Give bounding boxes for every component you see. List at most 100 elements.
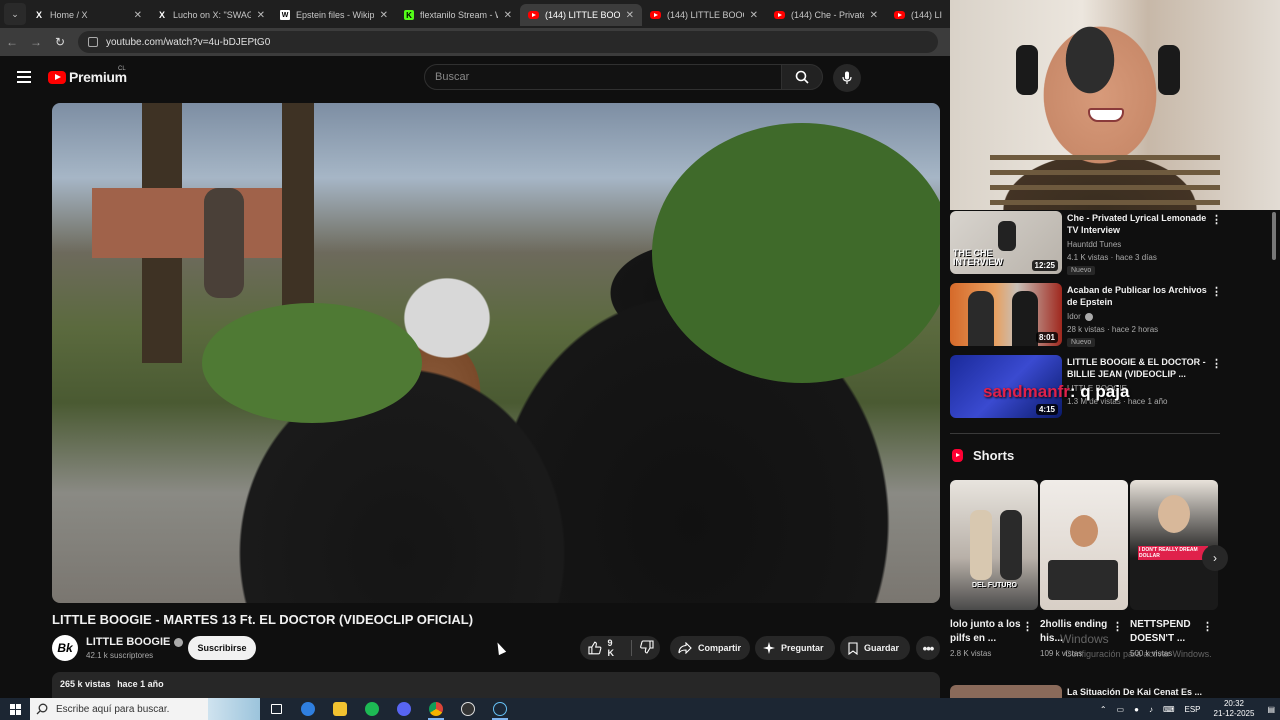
chrome-icon: [429, 702, 443, 716]
like-button[interactable]: 9 K: [580, 638, 621, 658]
close-tab-icon[interactable]: ✕: [870, 10, 878, 21]
tab-search-dropdown[interactable]: ⌄: [4, 3, 26, 25]
windows-activation-watermark: Windows: [1060, 632, 1109, 646]
taskbar-search[interactable]: Escribe aquí para buscar.: [30, 698, 260, 720]
subscribe-button[interactable]: Suscribirse: [188, 636, 256, 660]
short-card[interactable]: DEL FUTURO lolo junto a los pilfs en ...…: [950, 480, 1038, 658]
rec-title[interactable]: Che - Privated Lyrical Lemonade TV Inter…: [1067, 212, 1212, 236]
microphone-icon[interactable]: ●: [1134, 705, 1139, 714]
short-card[interactable]: 2hollis ending his... 109 k vistas ⋮: [1040, 480, 1128, 658]
tab-home-x[interactable]: X Home / X ✕: [26, 4, 150, 26]
recommendation-item[interactable]: 8:01 Acaban de Publicar los Archivos de …: [950, 283, 1222, 347]
share-button[interactable]: Compartir: [670, 636, 750, 660]
taskbar-file-explorer[interactable]: [324, 698, 356, 720]
rec-meta: 28 k vistas · hace 2 horas: [1067, 325, 1159, 334]
dislike-button[interactable]: [640, 640, 660, 656]
reload-icon[interactable]: ↻: [48, 35, 72, 49]
scrollbar-thumb[interactable]: [1272, 212, 1276, 260]
shorts-next-button[interactable]: ›: [1202, 545, 1228, 571]
video-thumbnail[interactable]: THE CHE INTERVIEW 12:25: [950, 211, 1062, 274]
thumbnail-figure: [968, 291, 994, 346]
short-thumbnail[interactable]: DEL FUTURO: [950, 480, 1038, 610]
close-tab-icon[interactable]: ✕: [750, 10, 758, 21]
start-button[interactable]: [0, 698, 30, 720]
task-view-button[interactable]: [260, 698, 292, 720]
more-vertical-icon[interactable]: ⋮: [1211, 285, 1222, 298]
more-vertical-icon[interactable]: ⋮: [1112, 620, 1123, 633]
share-arrow-icon: [678, 642, 692, 654]
close-tab-icon[interactable]: ✕: [504, 10, 512, 21]
language-indicator[interactable]: ESP: [1185, 705, 1201, 714]
more-vertical-icon[interactable]: ⋮: [1022, 620, 1033, 633]
youtube-premium-logo[interactable]: Premium CL: [48, 66, 127, 85]
shirt-stripe: [990, 185, 1220, 190]
short-title[interactable]: NETTSPEND DOESN'T ...: [1130, 618, 1210, 646]
more-vertical-icon[interactable]: ⋮: [1211, 357, 1222, 370]
shirt-stripe: [990, 200, 1220, 205]
youtube-play-icon: [48, 70, 66, 84]
description-box[interactable]: 265 k vistas hace 1 año: [52, 672, 940, 698]
close-tab-icon[interactable]: ✕: [134, 10, 142, 21]
taskbar-steam[interactable]: [484, 698, 516, 720]
taskbar-obs[interactable]: [452, 698, 484, 720]
close-tab-icon[interactable]: ✕: [257, 10, 265, 21]
tab-kick-stream[interactable]: Kflextanilo Stream - W ✕: [396, 4, 520, 26]
chevron-up-icon[interactable]: ⌃: [1100, 705, 1107, 714]
video-thumbnail[interactable]: 8:01: [950, 283, 1062, 346]
notification-icon[interactable]: ▤: [1267, 705, 1275, 714]
sparkle-icon: [763, 642, 775, 654]
next-rec-thumbnail[interactable]: [950, 685, 1062, 698]
next-rec-title[interactable]: La Situación De Kai Cenat Es ...: [1067, 687, 1202, 697]
tab-epstein-wikipedia[interactable]: W Epstein files - Wikipe ✕: [272, 4, 396, 26]
menu-hamburger-icon[interactable]: [17, 71, 31, 83]
thumbnail-text: I DON'T REALLY DREAM DOLLAR: [1138, 546, 1208, 560]
keyboard-icon[interactable]: ⌨: [1163, 705, 1175, 714]
tab-little-boogie-3[interactable]: (144) LITTL: [886, 4, 950, 26]
clock-time: 20:32: [1223, 699, 1244, 708]
taskbar-discord[interactable]: [388, 698, 420, 720]
voice-search-button[interactable]: [833, 64, 861, 92]
search-input[interactable]: Buscar: [424, 64, 782, 90]
channel-name[interactable]: LITTLE BOOGIE: [86, 636, 184, 648]
forward-arrow-icon[interactable]: →: [24, 35, 48, 49]
verified-check-icon: [174, 637, 184, 647]
taskbar-chrome[interactable]: [420, 698, 452, 720]
sidebar-scrollbar[interactable]: [1270, 210, 1278, 690]
channel-avatar[interactable]: Bk: [52, 635, 78, 661]
video-player[interactable]: [52, 103, 940, 603]
taskbar-spotify[interactable]: [356, 698, 388, 720]
site-info-icon[interactable]: [88, 37, 98, 47]
kick-icon: K: [404, 10, 414, 20]
volume-icon[interactable]: ♪: [1149, 705, 1153, 714]
short-thumbnail[interactable]: [1040, 480, 1128, 610]
tab-che-privated[interactable]: (144) Che - Privated L ✕: [766, 4, 886, 26]
more-vertical-icon[interactable]: ⋮: [1202, 620, 1213, 633]
taskbar-app[interactable]: [292, 698, 324, 720]
taskbar-clock[interactable]: 20:32 21-12-2025: [1214, 699, 1255, 719]
more-actions-button[interactable]: •••: [916, 636, 940, 660]
short-thumbnail[interactable]: I DON'T REALLY DREAM DOLLAR: [1130, 480, 1218, 610]
ask-button[interactable]: Preguntar: [755, 636, 835, 660]
streamer-webcam-overlay: [950, 0, 1280, 210]
save-button[interactable]: Guardar: [840, 636, 910, 660]
search-button[interactable]: [781, 64, 823, 90]
url-field[interactable]: youtube.com/watch?v=4u-bDJEPtG0: [78, 31, 938, 53]
rec-title[interactable]: LITTLE BOOGIE & EL DOCTOR - BILLIE JEAN …: [1067, 356, 1212, 380]
short-title[interactable]: lolo junto a los pilfs en ...: [950, 618, 1030, 646]
tab-lucho-x[interactable]: X Lucho on X: "SWAGG ✕: [149, 4, 273, 26]
rec-channel[interactable]: Idor: [1067, 312, 1093, 321]
close-tab-icon[interactable]: ✕: [380, 10, 388, 21]
rec-channel[interactable]: Hauntdd Tunes: [1067, 240, 1121, 249]
back-arrow-icon[interactable]: ←: [0, 35, 24, 49]
upload-age: hace 1 año: [117, 679, 164, 689]
close-tab-icon[interactable]: ✕: [626, 10, 634, 21]
short-card[interactable]: I DON'T REALLY DREAM DOLLAR NETTSPEND DO…: [1130, 480, 1218, 658]
recommendation-item[interactable]: THE CHE INTERVIEW 12:25 Che - Privated L…: [950, 211, 1222, 275]
tab-little-boogie-2[interactable]: (144) LITTLE BOOGIE ✕: [642, 4, 766, 26]
steam-icon: [493, 702, 507, 716]
network-icon[interactable]: ▭: [1117, 705, 1125, 714]
tab-little-boogie-active[interactable]: (144) LITTLE BOOGIE ✕: [520, 4, 642, 26]
rec-title[interactable]: Acaban de Publicar los Archivos de Epste…: [1067, 284, 1212, 308]
rec-meta: 4.1 K vistas · hace 3 días: [1067, 253, 1157, 262]
more-vertical-icon[interactable]: ⋮: [1211, 213, 1222, 226]
